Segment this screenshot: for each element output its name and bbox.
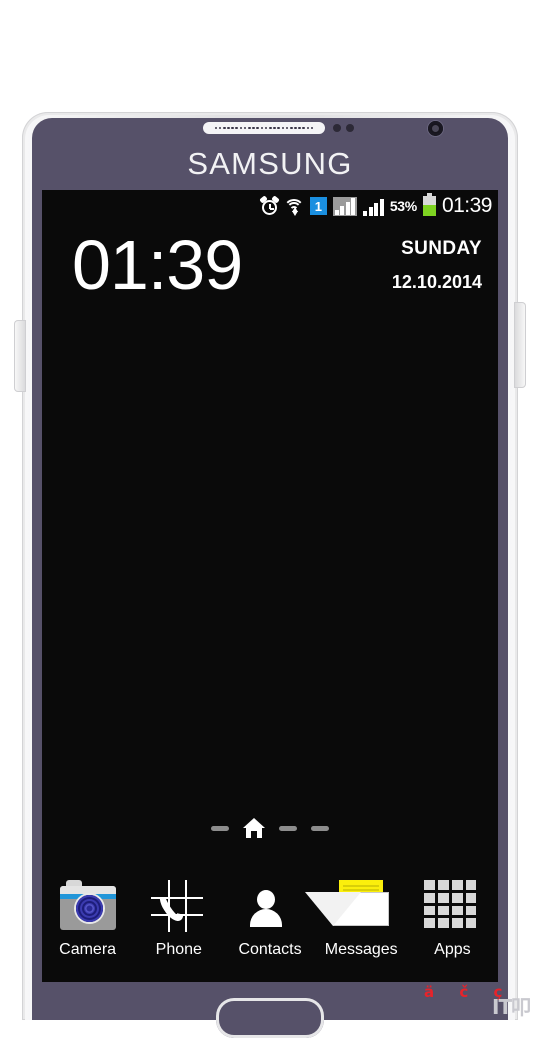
- battery-icon: [422, 193, 436, 216]
- dock-item-phone[interactable]: Phone: [133, 880, 224, 959]
- volume-rocker-button[interactable]: [14, 320, 26, 392]
- dock-item-apps[interactable]: Apps: [407, 880, 498, 959]
- page-dot-3[interactable]: [279, 825, 297, 831]
- dock-bar: Camera Phone Contacts Messages Apps: [42, 880, 498, 976]
- signal-bars-sim2-icon: [363, 197, 384, 216]
- status-bar-clock: 01:39: [441, 194, 493, 217]
- proximity-sensor-icon: [333, 124, 363, 134]
- clock-date: 12.10.2014: [391, 272, 482, 292]
- clock-widget[interactable]: 01:39 SUNDAY 12.10.2014: [42, 230, 498, 320]
- home-hardware-button[interactable]: [216, 998, 324, 1038]
- earpiece-speaker-icon: [203, 122, 325, 134]
- power-button[interactable]: [514, 302, 526, 388]
- signal-bars-sim1-icon: [332, 196, 358, 216]
- page-dot-4[interactable]: [311, 825, 329, 831]
- messages-icon[interactable]: [305, 880, 390, 936]
- page-indicator[interactable]: [42, 815, 498, 841]
- wifi-icon: [283, 197, 305, 216]
- dock-label-contacts: Contacts: [238, 941, 302, 958]
- clock-time: 01:39: [72, 226, 243, 304]
- dock-item-messages[interactable]: Messages: [305, 880, 407, 959]
- watermark-logo: IT叩: [492, 995, 531, 1019]
- front-camera-icon: [428, 121, 443, 136]
- dock-label-apps: Apps: [434, 941, 471, 958]
- phone-screen[interactable]: 1 53% 01:39 01:39 SUNDAY 12.10.2014 Came…: [42, 190, 498, 982]
- dock-label-messages: Messages: [324, 941, 398, 958]
- screenshot-root: SAMSUNG 1 53% 01:39 01:39 SUNDAY 12.10.2…: [0, 0, 540, 1038]
- clock-date-block: SUNDAY 12.10.2014: [392, 238, 482, 293]
- home-page-icon[interactable]: [243, 818, 265, 838]
- alarm-icon: [259, 194, 280, 216]
- page-dot-1[interactable]: [211, 825, 229, 831]
- dock-item-contacts[interactable]: Contacts: [224, 880, 315, 959]
- clock-day-of-week: SUNDAY: [401, 238, 482, 259]
- dock-label-camera: Camera: [59, 941, 117, 958]
- battery-percentage: 53%: [389, 198, 417, 214]
- brand-logo: SAMSUNG: [187, 146, 353, 181]
- apps-grid-icon[interactable]: [424, 880, 480, 936]
- dock-item-camera[interactable]: Camera: [42, 880, 133, 959]
- phone-icon[interactable]: [150, 880, 207, 936]
- camera-icon[interactable]: [59, 880, 116, 936]
- sim-badge: 1: [309, 197, 327, 215]
- contacts-icon[interactable]: [242, 880, 298, 936]
- status-bar[interactable]: 1 53% 01:39: [42, 190, 498, 222]
- dock-label-phone: Phone: [155, 941, 202, 958]
